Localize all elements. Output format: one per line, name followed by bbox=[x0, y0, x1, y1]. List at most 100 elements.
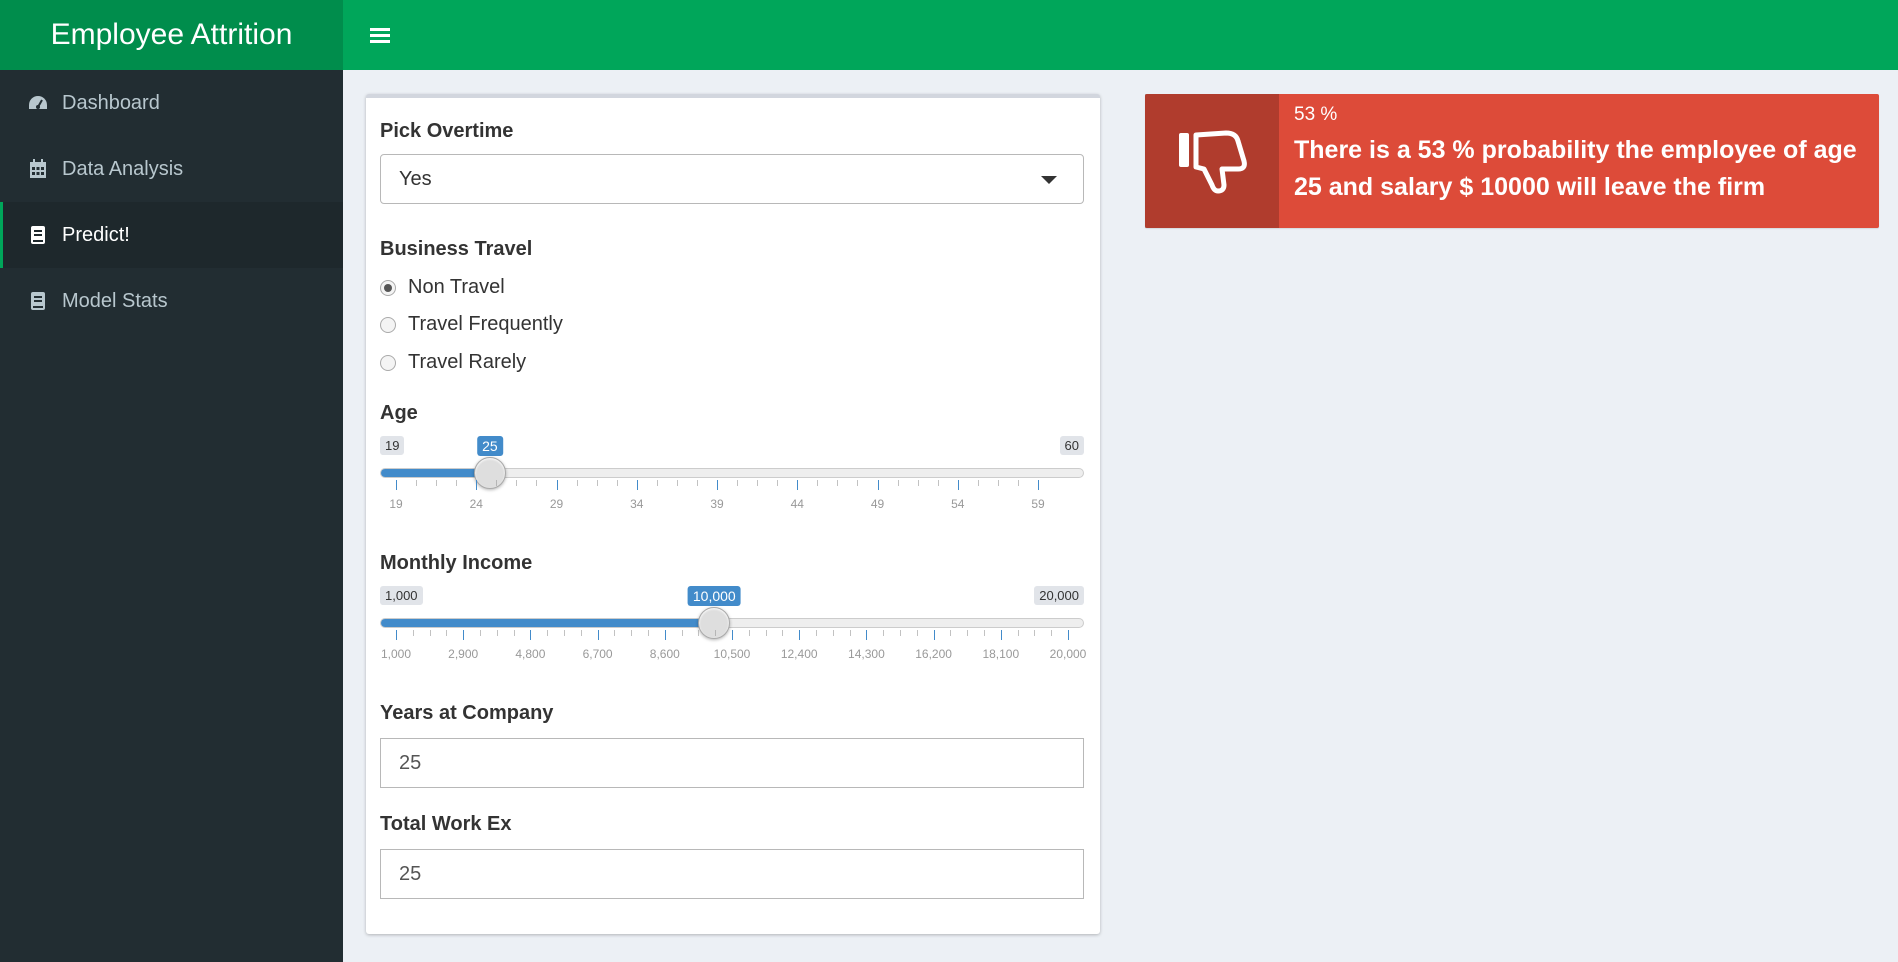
slider-tick-label: 18,100 bbox=[982, 647, 1020, 661]
sidebar-item-predict[interactable]: Predict! bbox=[0, 202, 343, 268]
monthly-income-slider[interactable]: 1,000 20,000 10,000 1,000 2,900 4,800 6,700… bbox=[380, 586, 1087, 686]
slider-minor-tick bbox=[698, 630, 700, 636]
sidebar-item-label: Model Stats bbox=[62, 289, 168, 312]
slider-tick bbox=[957, 480, 959, 490]
age-slider[interactable]: 19 60 25 19 24 29 34 39 44 49 54 59 bbox=[380, 436, 1084, 536]
slider-minor-tick bbox=[857, 480, 859, 486]
slider-value-label: 10,000 bbox=[687, 586, 741, 606]
slider-tick bbox=[797, 480, 799, 490]
radio-travel-rarely[interactable]: Travel Rarely bbox=[380, 351, 526, 374]
slider-tick-label: 24 bbox=[469, 497, 483, 511]
slider-minor-tick bbox=[564, 630, 565, 636]
radio-non-travel[interactable]: Non Travel bbox=[380, 276, 505, 299]
slider-minor-tick bbox=[967, 630, 969, 636]
slider-minor-tick bbox=[429, 630, 431, 636]
slider-minor-tick bbox=[715, 630, 717, 636]
slider-minor-tick bbox=[516, 480, 518, 486]
slider-fill bbox=[381, 619, 716, 627]
slider-minor-tick bbox=[782, 630, 784, 636]
thumbs-down-icon bbox=[1179, 130, 1247, 194]
overtime-select-value: Yes bbox=[399, 167, 432, 190]
overtime-select[interactable]: Yes bbox=[380, 154, 1084, 204]
radio-label: Non Travel bbox=[408, 276, 505, 298]
slider-min-label: 19 bbox=[380, 436, 405, 455]
slider-minor-tick bbox=[496, 480, 498, 486]
years-at-company-input[interactable]: 25 bbox=[380, 738, 1084, 788]
slider-tick bbox=[476, 480, 478, 490]
radio-button[interactable] bbox=[380, 316, 396, 333]
slider-tick bbox=[866, 630, 868, 640]
dashboard-icon bbox=[27, 92, 49, 114]
slider-minor-tick bbox=[547, 630, 549, 636]
slider-minor-tick bbox=[997, 480, 999, 486]
slider-tick-label: 19 bbox=[389, 497, 403, 511]
slider-tick-label: 10,500 bbox=[713, 647, 751, 661]
info-box-icon-area bbox=[1145, 94, 1279, 228]
slider-minor-tick bbox=[412, 630, 414, 636]
slider-minor-tick bbox=[837, 480, 839, 486]
business-travel-label: Business Travel bbox=[380, 238, 533, 260]
slider-minor-tick bbox=[937, 480, 939, 486]
top-navbar bbox=[343, 0, 1898, 70]
slider-minor-tick bbox=[1017, 630, 1019, 636]
slider-tick bbox=[1000, 630, 1002, 640]
slider-tick bbox=[556, 480, 558, 490]
slider-min-label: 1,000 bbox=[380, 586, 423, 605]
slider-tick-label: 20,000 bbox=[1049, 647, 1087, 661]
prediction-info-box: 53 % There is a 53 % probability the emp… bbox=[1145, 94, 1879, 228]
slider-minor-tick bbox=[1034, 630, 1036, 636]
slider-minor-tick bbox=[496, 630, 498, 636]
slider-minor-tick bbox=[883, 630, 885, 636]
sidebar-item-data-analysis[interactable]: Data Analysis bbox=[0, 136, 343, 202]
total-work-ex-input[interactable]: 25 bbox=[380, 849, 1084, 899]
slider-minor-tick bbox=[480, 630, 481, 636]
slider-tick bbox=[717, 480, 718, 490]
slider-minor-tick bbox=[536, 480, 538, 486]
slider-minor-tick bbox=[456, 480, 458, 486]
slider-max-label: 60 bbox=[1059, 436, 1084, 455]
sidebar-item-dashboard[interactable]: Dashboard bbox=[0, 70, 343, 136]
age-label: Age bbox=[380, 402, 418, 424]
slider-minor-tick bbox=[446, 630, 448, 636]
slider-minor-tick bbox=[681, 630, 683, 636]
slider-minor-tick bbox=[513, 630, 515, 636]
slider-minor-tick bbox=[580, 630, 582, 636]
sidebar-item-label: Predict! bbox=[62, 223, 130, 246]
app-title[interactable]: Employee Attrition bbox=[0, 0, 343, 70]
sidebar-item-model-stats[interactable]: Model Stats bbox=[0, 268, 343, 334]
chevron-down-icon bbox=[1041, 176, 1057, 184]
slider-ticks: 1,000 2,900 4,800 6,700 8,600 10,500 12,400 14,… bbox=[380, 630, 1087, 670]
slider-minor-tick bbox=[917, 480, 919, 486]
total-work-ex-label: Total Work Ex bbox=[380, 813, 512, 835]
slider-tick-label: 6,700 bbox=[582, 647, 613, 661]
slider-minor-tick bbox=[748, 630, 750, 636]
slider-value-label: 25 bbox=[477, 436, 503, 456]
slider-tick bbox=[1038, 480, 1039, 490]
radio-label: Travel Frequently bbox=[408, 313, 563, 335]
slider-tick-label: 16,200 bbox=[915, 647, 952, 661]
slider-tick bbox=[877, 480, 879, 490]
slider-minor-tick bbox=[631, 630, 633, 636]
slider-minor-tick bbox=[984, 630, 985, 636]
slider-tick bbox=[664, 630, 666, 640]
radio-travel-frequently[interactable]: Travel Frequently bbox=[380, 313, 563, 336]
sidebar-toggle-button[interactable] bbox=[363, 20, 397, 50]
radio-button[interactable] bbox=[380, 354, 396, 371]
slider-minor-tick bbox=[849, 630, 851, 636]
slider-minor-tick bbox=[648, 630, 649, 636]
slider-minor-tick bbox=[436, 480, 438, 486]
slider-track[interactable] bbox=[380, 618, 1084, 628]
slider-minor-tick bbox=[416, 480, 418, 486]
slider-minor-tick bbox=[765, 630, 767, 636]
slider-tick-label: 34 bbox=[630, 497, 644, 511]
slider-minor-tick bbox=[816, 630, 817, 636]
slider-tick-label: 29 bbox=[549, 497, 564, 511]
slider-tick-label: 39 bbox=[710, 497, 724, 511]
slider-tick-label: 12,400 bbox=[780, 647, 818, 661]
slider-tick-label: 49 bbox=[870, 497, 885, 511]
radio-button-checked[interactable] bbox=[380, 279, 396, 296]
slider-tick-label: 59 bbox=[1031, 497, 1045, 511]
slider-tick bbox=[636, 480, 638, 490]
slider-tick bbox=[530, 630, 532, 640]
slider-tick bbox=[799, 630, 801, 640]
